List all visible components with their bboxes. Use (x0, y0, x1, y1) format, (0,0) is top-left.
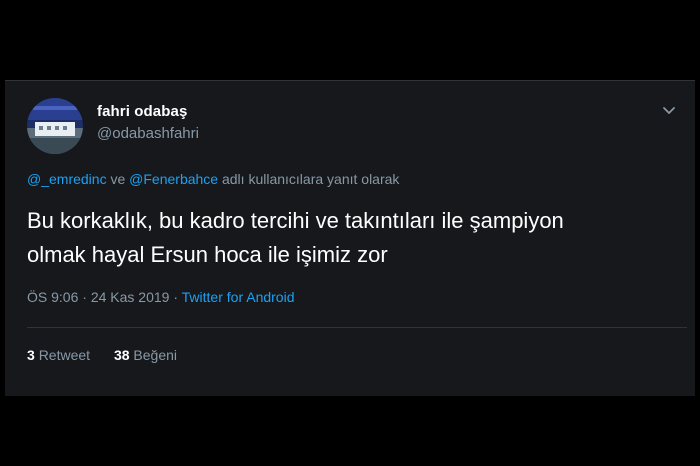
meta-separator: · (173, 289, 179, 305)
tweet-text: Bu korkaklık, bu kadro tercihi ve takınt… (27, 204, 687, 272)
retweet-label: Retweet (38, 347, 91, 363)
user-name[interactable]: fahri odabaş (97, 103, 187, 120)
reply-context: @_emredinc ve @Fenerbahce adlı kullanıcı… (27, 171, 399, 187)
tweet-time[interactable]: ÖS 9:06 (27, 289, 78, 305)
avatar[interactable] (27, 98, 83, 154)
tweet-text-line: olmak hayal Ersun hoca ile işimiz zor (27, 242, 388, 267)
retweet-stat[interactable]: 3 Retweet (27, 347, 90, 363)
tweet-meta: ÖS 9:06 · 24 Kas 2019 · Twitter for Andr… (27, 289, 294, 305)
like-count: 38 (113, 347, 130, 363)
user-handle[interactable]: @odabashfahri (97, 125, 199, 142)
reply-connector: ve (110, 171, 126, 187)
retweet-count: 3 (27, 347, 35, 363)
mention-link[interactable]: @_emredinc (27, 171, 107, 187)
tweet-card: fahri odabaş @odabashfahri @_emredinc ve… (5, 80, 695, 396)
meta-separator: · (82, 289, 87, 305)
tweet-source-link[interactable]: Twitter for Android (182, 289, 295, 305)
reply-suffix: adlı kullanıcılara yanıt olarak (221, 171, 400, 187)
chevron-down-icon[interactable] (662, 106, 676, 116)
mention-link[interactable]: @Fenerbahce (129, 171, 218, 187)
divider (27, 327, 687, 328)
tweet-text-line: Bu korkaklık, bu kadro tercihi ve takınt… (27, 208, 564, 233)
tweet-date[interactable]: 24 Kas 2019 (91, 289, 170, 305)
profile-photo-icon (27, 98, 83, 154)
like-stat[interactable]: 38 Beğeni (114, 347, 177, 363)
like-label: Beğeni (133, 347, 177, 363)
tweet-stats: 3 Retweet 38 Beğeni (27, 347, 197, 363)
